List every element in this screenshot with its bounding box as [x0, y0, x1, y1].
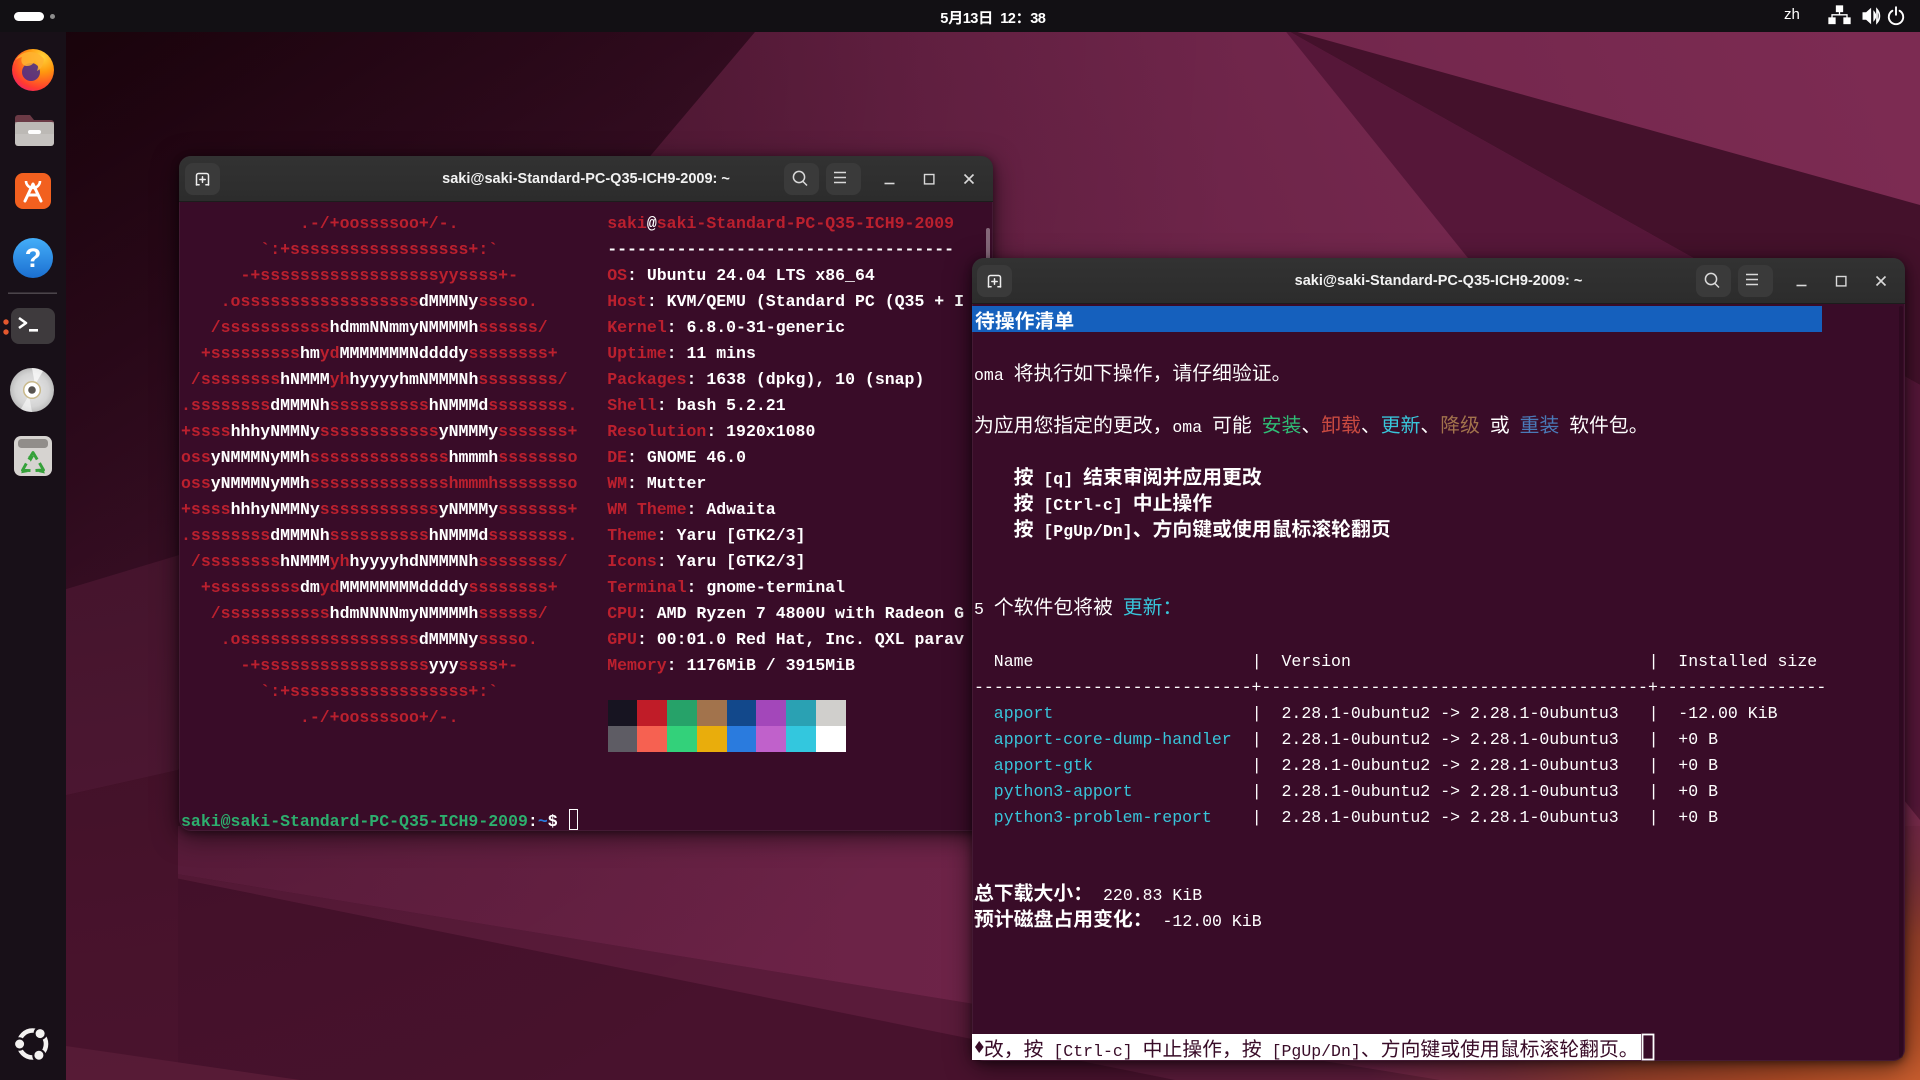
svg-text:8: 8 [1038, 11, 1046, 27]
svg-text:?: ? [25, 243, 42, 273]
svg-text:3: 3 [970, 11, 978, 27]
svg-text:5: 5 [940, 11, 948, 27]
svg-text:2: 2 [1008, 11, 1016, 27]
